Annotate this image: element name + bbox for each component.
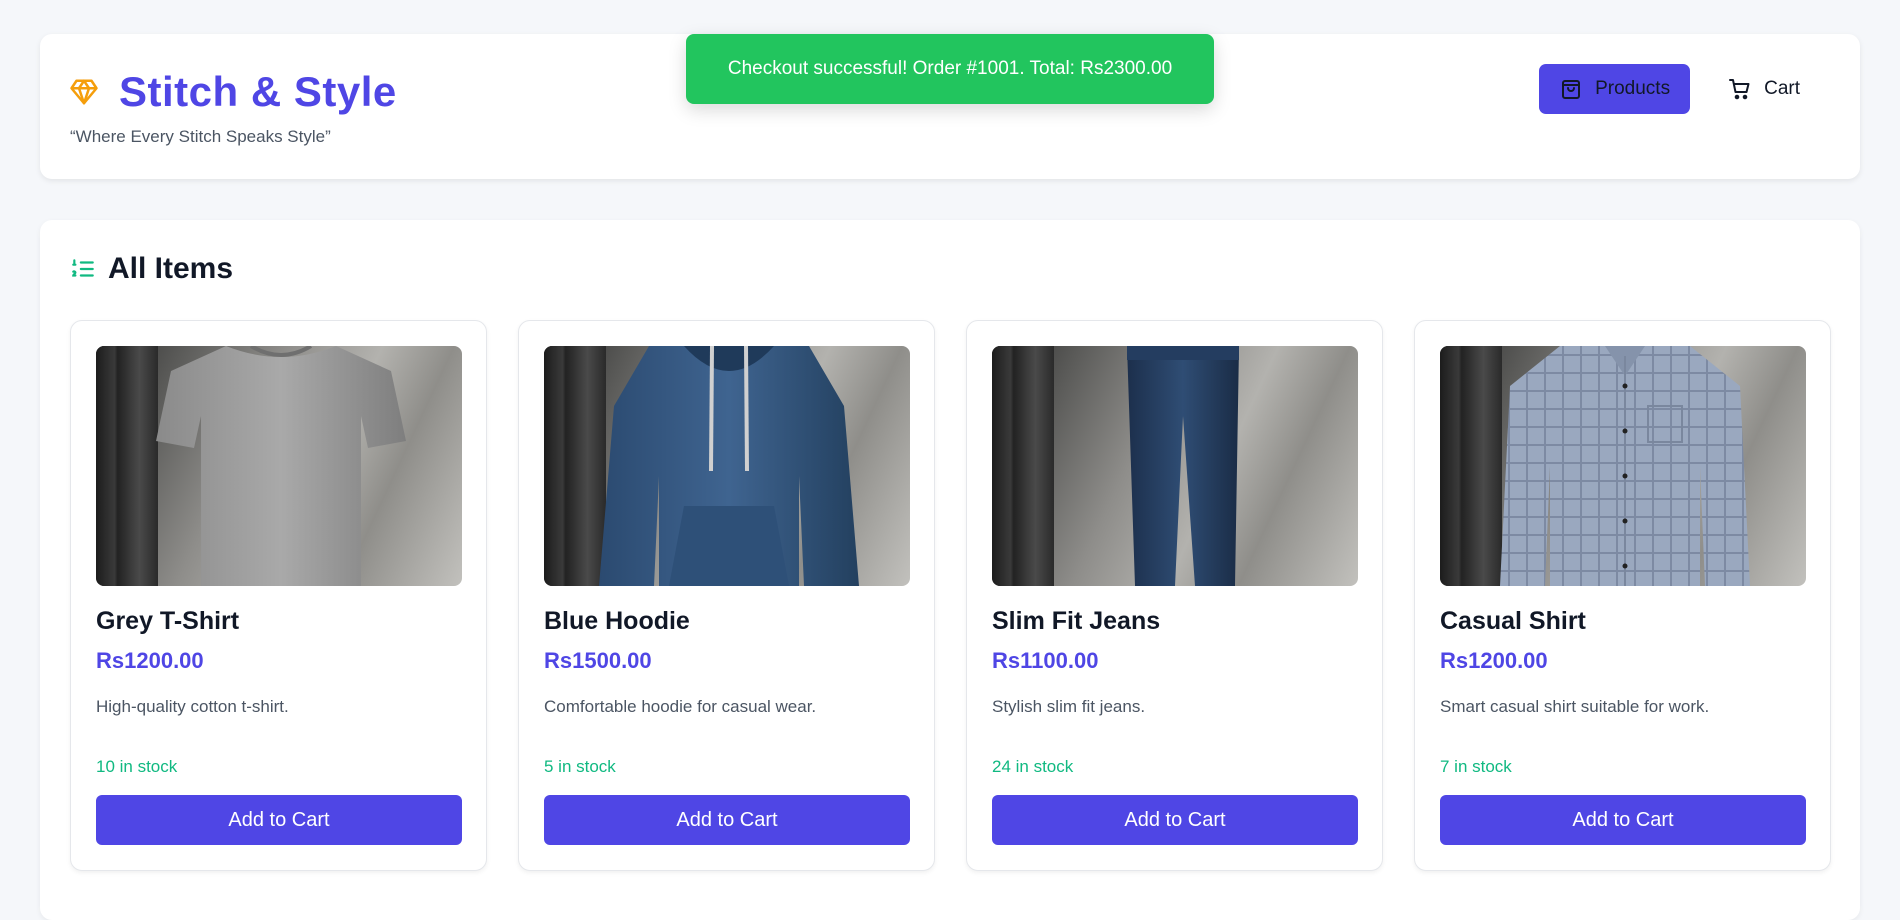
product-name: Grey T-Shirt	[96, 607, 240, 635]
brand[interactable]: Stitch & Style	[69, 68, 397, 116]
product-stock: 24 in stock	[992, 757, 1074, 776]
product-card: Blue Hoodie Rs1500.00 Comfortable hoodie…	[518, 320, 935, 871]
product-name: Slim Fit Jeans	[992, 607, 1161, 635]
product-image-slim-fit-jeans[interactable]	[992, 346, 1358, 586]
product-image-blue-hoodie[interactable]	[544, 346, 910, 586]
product-stock: 5 in stock	[544, 757, 616, 776]
add-to-cart-button[interactable]: Add to Cart	[1440, 795, 1806, 845]
add-to-cart-button[interactable]: Add to Cart	[96, 795, 462, 845]
checkout-success-toast: Checkout successful! Order #1001. Total:…	[686, 34, 1214, 104]
cart-nav-button[interactable]: Cart	[1708, 64, 1820, 114]
product-card: Grey T-Shirt Rs1200.00 High-quality cott…	[70, 320, 487, 871]
shopping-cart-icon	[1729, 79, 1750, 100]
section-title: All Items	[108, 252, 234, 285]
shopping-bag-icon	[1562, 80, 1581, 99]
product-image-casual-shirt[interactable]	[1440, 346, 1806, 586]
product-card: Casual Shirt Rs1200.00 Smart casual shir…	[1414, 320, 1831, 871]
product-description: Smart casual shirt suitable for work.	[1440, 697, 1710, 716]
product-card: Slim Fit Jeans Rs1100.00 Stylish slim fi…	[966, 320, 1383, 871]
cart-nav-label: Cart	[1764, 78, 1800, 99]
product-name: Blue Hoodie	[544, 607, 690, 635]
product-image-grey-tshirt[interactable]	[96, 346, 462, 586]
product-description: Comfortable hoodie for casual wear.	[544, 697, 817, 716]
brand-tagline: “Where Every Stitch Speaks Style”	[70, 127, 331, 146]
product-stock: 7 in stock	[1440, 757, 1512, 776]
product-stock: 10 in stock	[96, 757, 178, 776]
products-nav-label: Products	[1595, 78, 1671, 99]
main-nav: Products Cart	[1539, 64, 1820, 114]
product-description: Stylish slim fit jeans.	[992, 697, 1146, 716]
gem-icon	[69, 77, 99, 107]
list-ordered-icon	[72, 259, 94, 277]
products-section: All Items Grey T-Shirt Rs1200.00 High-qu…	[40, 220, 1860, 920]
section-heading: All Items	[70, 252, 233, 286]
add-to-cart-button[interactable]: Add to Cart	[544, 795, 910, 845]
brand-title: Stitch & Style	[119, 68, 397, 115]
add-to-cart-button[interactable]: Add to Cart	[992, 795, 1358, 845]
product-grid: Grey T-Shirt Rs1200.00 High-quality cott…	[70, 320, 1831, 871]
product-name: Casual Shirt	[1440, 607, 1586, 635]
product-price: Rs1100.00	[992, 648, 1099, 673]
product-price: Rs1500.00	[544, 648, 652, 673]
products-nav-button[interactable]: Products	[1539, 64, 1691, 114]
product-price: Rs1200.00	[96, 648, 204, 673]
product-price: Rs1200.00	[1440, 648, 1548, 673]
product-description: High-quality cotton t-shirt.	[96, 697, 289, 716]
